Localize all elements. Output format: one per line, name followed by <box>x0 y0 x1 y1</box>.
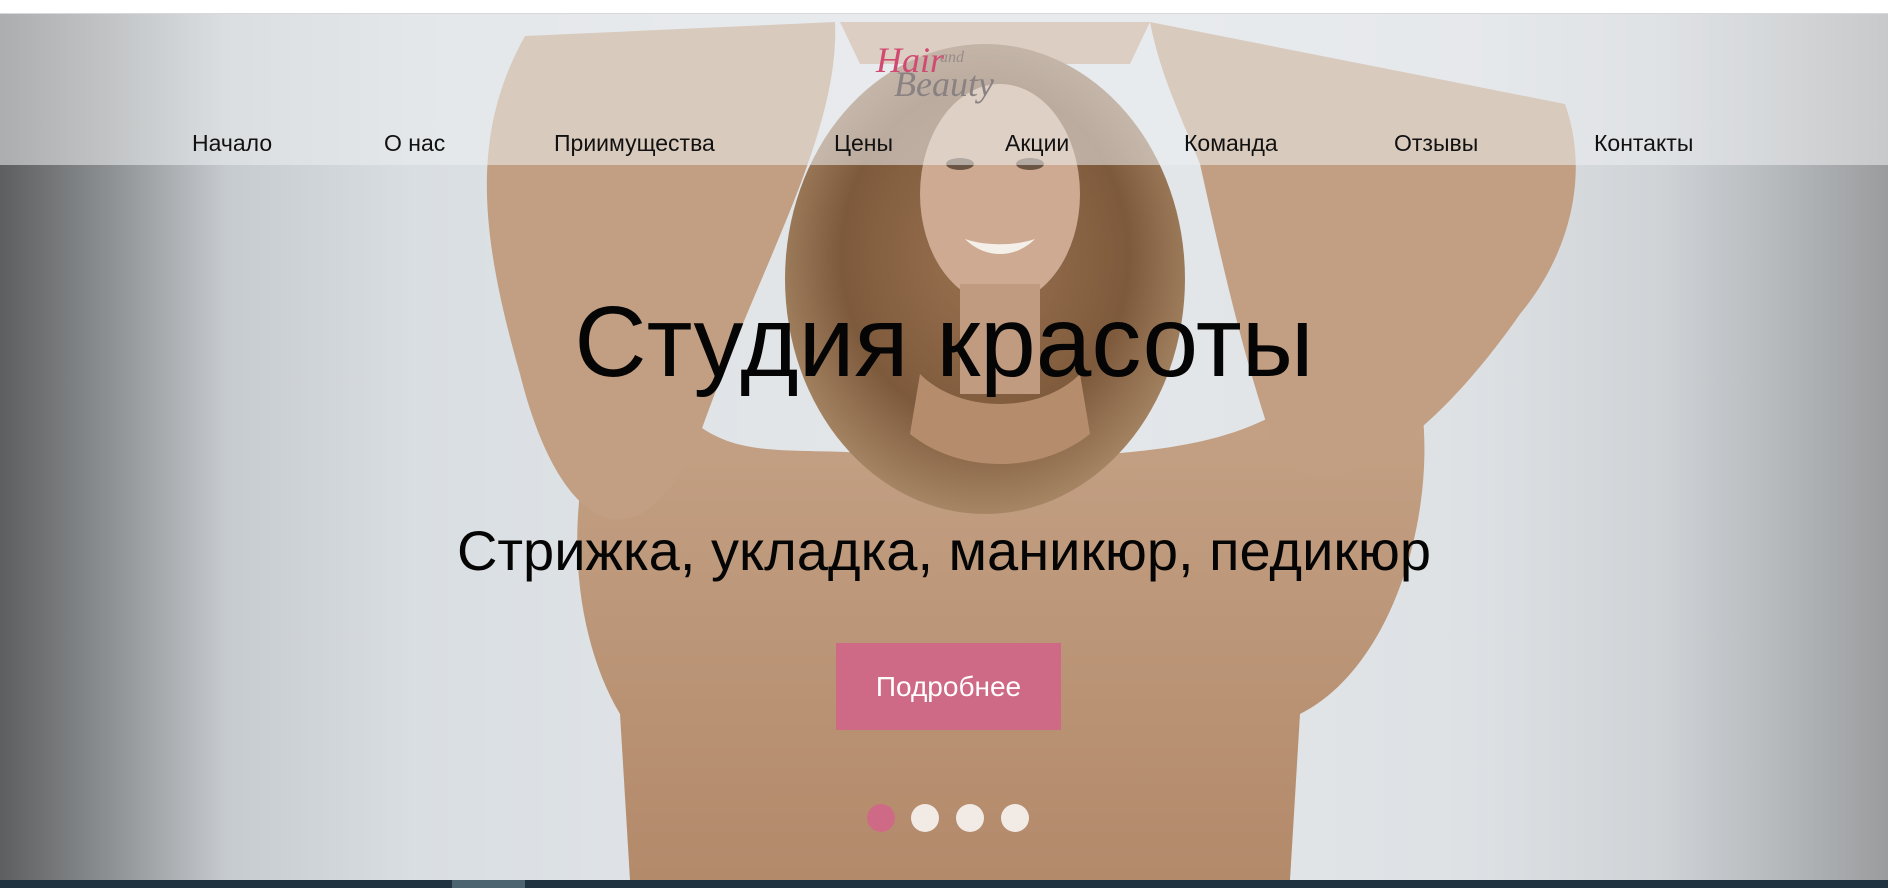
nav-item-advantages[interactable]: Приимущества <box>554 130 715 157</box>
slider-dot-3[interactable] <box>956 804 984 832</box>
next-section-marker <box>452 880 525 888</box>
hair-beauty-logo[interactable]: Hair and Beauty <box>870 32 1020 104</box>
slider-dot-1[interactable] <box>867 804 895 832</box>
nav-item-promotions[interactable]: Акции <box>1005 130 1069 157</box>
hero-title: Студия красоты <box>574 286 1314 398</box>
next-section-edge <box>0 880 1888 888</box>
nav-item-contacts[interactable]: Контакты <box>1594 130 1693 157</box>
nav-item-about[interactable]: О нас <box>384 130 445 157</box>
top-strip <box>0 0 1888 14</box>
slider-dot-4[interactable] <box>1001 804 1029 832</box>
slider-dot-2[interactable] <box>911 804 939 832</box>
nav-item-team[interactable]: Команда <box>1184 130 1278 157</box>
logo-line-3: Beauty <box>894 64 994 104</box>
hero-subtitle: Стрижка, укладка, маникюр, педикюр <box>456 519 1432 582</box>
page: Hair and Beauty Начало О нас Приимуществ… <box>0 0 1888 888</box>
nav-item-reviews[interactable]: Отзывы <box>1394 130 1478 157</box>
nav-item-prices[interactable]: Цены <box>834 130 893 157</box>
nav-item-home[interactable]: Начало <box>192 130 272 157</box>
more-details-button[interactable]: Подробнее <box>836 643 1061 730</box>
